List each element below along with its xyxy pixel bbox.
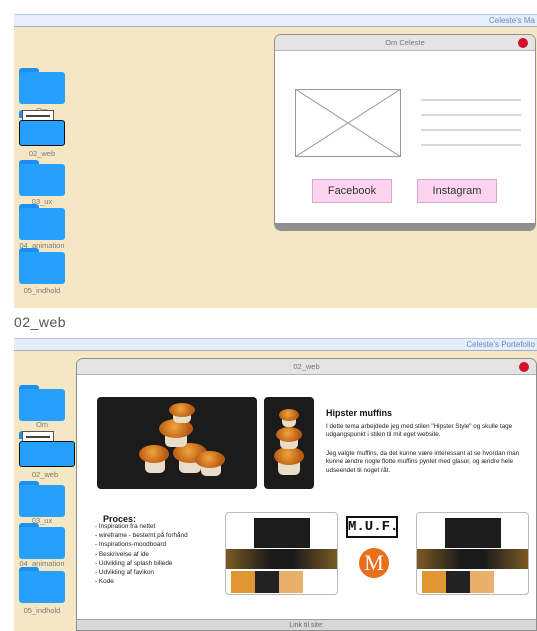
- process-item: - Udvikling af favikon: [95, 569, 154, 577]
- menubar: Celeste's Portefolio: [14, 338, 537, 351]
- facebook-button[interactable]: Facebook: [312, 179, 392, 203]
- process-item: - Kode: [95, 578, 114, 586]
- folder-animation-icon[interactable]: [19, 204, 65, 240]
- folder-label: 05_indhold: [23, 286, 61, 295]
- folder-indhold-icon[interactable]: [19, 567, 65, 603]
- process-list: - Inspiration fra nettet - wireframe - b…: [95, 522, 225, 586]
- project-description-2: Jeg valgte muffins, da det kunne være in…: [326, 450, 520, 474]
- menubar: Celeste's Ma: [14, 14, 537, 27]
- folder-label: Om: [35, 420, 49, 429]
- section-label: 02_web: [14, 314, 67, 330]
- close-icon[interactable]: [518, 38, 528, 48]
- m-favicon: M: [359, 548, 389, 578]
- muffins-photo-small: [264, 397, 314, 489]
- window-footer: [275, 223, 535, 230]
- process-item: - Udvikling af splash billede: [95, 559, 173, 567]
- muf-logo: M.U.F.: [346, 516, 398, 538]
- folder-label: 02_web: [28, 149, 56, 158]
- muffins-photo: [97, 397, 257, 489]
- folder-animation-icon[interactable]: [19, 523, 65, 559]
- project-description-1: I dette tema arbejdede jeg med stilen "H…: [326, 423, 513, 439]
- link-bar[interactable]: Link til site:: [77, 619, 536, 630]
- text-placeholder-lines: [421, 99, 521, 146]
- folder-om-icon[interactable]: [19, 385, 65, 421]
- site-screenshot-thumbnail[interactable]: [416, 512, 529, 595]
- folder-ux-icon[interactable]: [19, 481, 65, 517]
- window-title: Om Celeste: [275, 35, 535, 51]
- folder-label: 05_indhold: [23, 606, 61, 615]
- process-item: - Beskrivelse af ide: [95, 550, 149, 558]
- folder-om-icon[interactable]: [19, 68, 65, 104]
- instagram-button[interactable]: Instagram: [417, 179, 497, 203]
- web-window: 02_web Hipster muffins I dette tema arbe…: [76, 358, 537, 631]
- desktop-top: Celeste's Ma Om 02_web 03_ux 04_animatio…: [14, 14, 537, 308]
- folder-open-web-icon[interactable]: [19, 110, 65, 146]
- image-placeholder-icon: [295, 89, 401, 157]
- process-item: - Inspiration fra nettet: [95, 523, 156, 530]
- window-title: 02_web: [77, 359, 536, 375]
- process-item: - wireframe - bestemt på forhånd: [95, 532, 188, 540]
- process-item: - Inspirations-moodboard: [95, 541, 167, 549]
- desktop-bottom: Celeste's Portefolio Om 02_web 03_ux 04_…: [14, 338, 537, 631]
- link-label: Link til site:: [289, 622, 324, 629]
- folder-indhold-icon[interactable]: [19, 248, 65, 284]
- close-icon[interactable]: [519, 362, 529, 372]
- folder-label: 02_web: [31, 470, 59, 479]
- menubar-title: Celeste's Ma: [489, 16, 535, 25]
- project-heading: Hipster muffins: [326, 408, 393, 418]
- menubar-title: Celeste's Portefolio: [466, 340, 535, 349]
- site-screenshot-thumbnail[interactable]: [225, 512, 338, 595]
- folder-ux-icon[interactable]: [19, 160, 65, 196]
- om-celeste-window: Om Celeste Facebook Instagram: [274, 34, 536, 231]
- folder-open-web-icon[interactable]: [19, 431, 75, 467]
